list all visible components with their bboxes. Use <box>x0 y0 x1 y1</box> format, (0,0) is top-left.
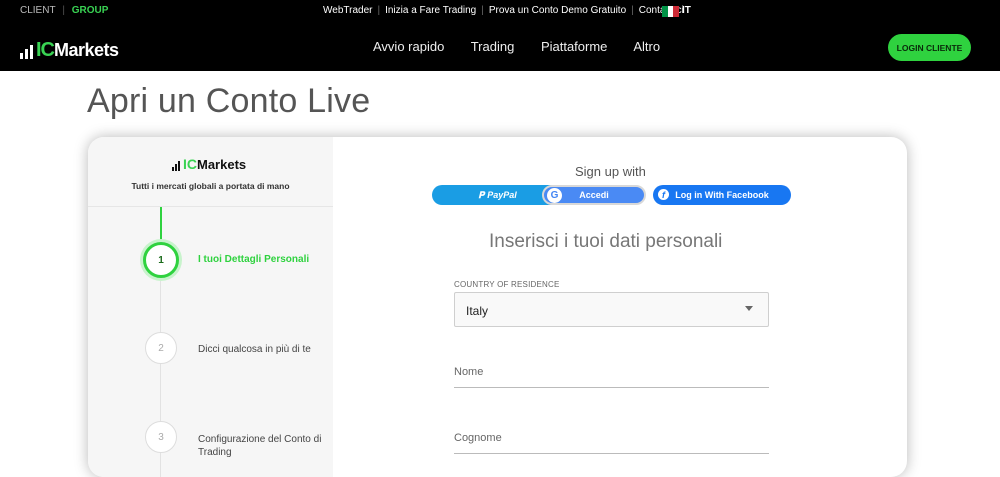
dropdown-arrow-icon <box>745 306 753 311</box>
facebook-signup-button[interactable]: f Log in With Facebook <box>653 185 791 205</box>
utility-bar: CLIENT | GROUP WebTrader | Inizia a Fare T… <box>0 5 1000 19</box>
form-subtitle: Inserisci i tuoi dati personali <box>489 231 723 252</box>
start-trading-link[interactable]: Inizia a Fare Trading <box>385 5 476 16</box>
last-name-placeholder: Cognome <box>454 432 502 444</box>
page-title: Apri un Conto Live <box>87 82 371 120</box>
step-1-label: I tuoi Dettagli Personali <box>198 254 310 265</box>
main-nav: Avvio rapido Trading Piattaforme Altro <box>373 39 683 54</box>
steps-timeline-progress <box>160 207 162 243</box>
sidebar-logo-markets-text: Markets <box>197 157 247 172</box>
signup-with-heading: Sign up with <box>575 164 646 179</box>
util-left: CLIENT | GROUP <box>20 5 112 16</box>
util-pipe: | <box>631 5 634 16</box>
logo-markets-text: Markets <box>54 40 119 60</box>
country-value: Italy <box>466 304 489 318</box>
facebook-icon: f <box>658 189 669 200</box>
google-label: Accedi <box>579 190 609 200</box>
client-link[interactable]: CLIENT <box>20 5 56 16</box>
google-signup-button[interactable]: G Accedi <box>542 185 646 205</box>
steps-sidebar: IC Markets Tutti i mercati globali a por… <box>88 137 333 477</box>
registration-card: IC Markets Tutti i mercati globali a por… <box>88 137 907 477</box>
google-icon: G <box>547 188 562 203</box>
webtrader-link[interactable]: WebTrader <box>323 5 372 16</box>
nav-item-trading[interactable]: Trading <box>471 39 515 54</box>
first-name-placeholder: Nome <box>454 366 484 378</box>
italy-flag-icon[interactable] <box>662 6 680 17</box>
country-label: COUNTRY OF RESIDENCE <box>454 280 560 289</box>
group-link[interactable]: GROUP <box>72 5 109 16</box>
nav-item-quick-start[interactable]: Avvio rapido <box>373 39 444 54</box>
sidebar-logo-bars-icon <box>172 160 180 171</box>
paypal-label: PayPal <box>487 190 517 200</box>
util-pipe: | <box>481 5 484 16</box>
util-pipe: | <box>377 5 381 16</box>
nav-item-platforms[interactable]: Piattaforme <box>541 39 607 54</box>
demo-account-link[interactable]: Prova un Conto Demo Gratuito <box>489 5 626 16</box>
sidebar-logo-ic-text: IC <box>183 156 197 172</box>
nav-item-more[interactable]: Altro <box>633 39 660 54</box>
sidebar-divider <box>88 206 333 207</box>
country-select[interactable]: Italy <box>454 292 769 327</box>
step-1-indicator: 1 <box>143 242 179 278</box>
step-2-label: Dicci qualcosa in più di te <box>198 344 311 355</box>
first-name-field[interactable]: Nome <box>454 358 769 388</box>
login-client-button[interactable]: LOGIN CLIENTE <box>888 34 971 61</box>
language-selector[interactable]: IT <box>682 5 691 16</box>
sidebar-logo: IC Markets <box>172 156 247 172</box>
util-separator: | <box>62 5 65 16</box>
icmarkets-logo[interactable]: IC Markets <box>20 37 119 61</box>
paypal-icon: 𝐏 <box>478 189 485 200</box>
logo-bars-icon <box>20 43 33 59</box>
step-3-label: Configurazione del Conto di Trading <box>198 434 322 458</box>
step-2-indicator: 2 <box>145 332 177 364</box>
sidebar-tagline: Tutti i mercati globali a portata di man… <box>131 181 290 191</box>
facebook-label: Log in With Facebook <box>675 190 769 200</box>
step-3-indicator: 3 <box>145 421 177 453</box>
util-links: WebTrader | Inizia a Fare Trading | Prova un… <box>323 5 684 16</box>
top-header: CLIENT | GROUP WebTrader | Inizia a Fare T… <box>0 0 1000 71</box>
last-name-field[interactable]: Cognome <box>454 424 769 454</box>
logo-ic-text: IC <box>36 39 55 61</box>
